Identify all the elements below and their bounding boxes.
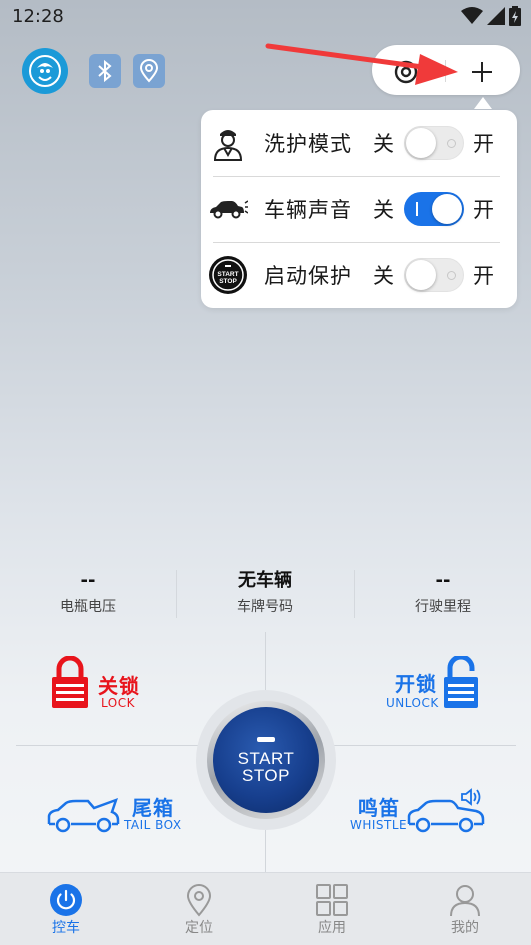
bluetooth-icon	[98, 59, 112, 83]
signal-icon	[487, 7, 505, 25]
unlock-sublabel: UNLOCK	[386, 696, 439, 710]
trunk-label: 尾箱	[132, 796, 174, 820]
tab-control-label: 控车	[52, 920, 80, 936]
status-bar: 12:28	[0, 0, 531, 34]
unlock-label: 开锁	[395, 672, 437, 696]
power-icon	[50, 884, 82, 916]
avatar[interactable]	[22, 48, 68, 94]
location-button[interactable]	[133, 54, 165, 88]
start-protection-on-label: 开	[473, 264, 494, 288]
mileage-value: --	[435, 570, 451, 591]
battery-value: --	[80, 570, 96, 591]
plate-number: 无车辆 车牌号码	[177, 568, 353, 616]
battery-voltage: -- 电瓶电压	[0, 568, 176, 616]
popup-item-start-protection: START STOP 启动保护 关 开	[201, 242, 517, 308]
stop-label: STOP	[242, 765, 290, 785]
popup-menu: 洗护模式 关 开 车辆声音 关 开 START STOP 启动保护 关 开	[201, 110, 517, 308]
car-trunk-icon	[47, 797, 120, 833]
whistle-sublabel: WHISTLE	[350, 818, 408, 832]
vehicle-sound-label: 车辆声音	[264, 198, 352, 222]
start-label: START	[237, 748, 295, 768]
wifi-icon	[461, 7, 483, 24]
bottom-tab-bar: 控车 定位 应用 我的	[0, 872, 531, 945]
tab-control[interactable]: 控车	[0, 873, 132, 945]
status-icons	[461, 6, 521, 26]
location-pin-icon	[186, 884, 212, 917]
battery-label: 电瓶电压	[60, 599, 116, 615]
bluetooth-button[interactable]	[89, 54, 121, 88]
person-icon	[450, 885, 480, 917]
washer-person-icon	[207, 122, 249, 164]
lock-label: 关锁	[98, 674, 140, 698]
car-sound-icon	[207, 188, 249, 230]
plus-icon[interactable]	[468, 58, 496, 86]
lock-icon	[52, 656, 88, 708]
vehicle-sound-off-label: 关	[373, 198, 394, 222]
start-icon-line1: START	[217, 271, 238, 278]
vehicle-sound-toggle[interactable]	[404, 192, 464, 226]
wash-mode-label: 洗护模式	[264, 132, 352, 156]
plate-value: 无车辆	[238, 570, 292, 591]
tab-location-label: 定位	[185, 920, 213, 936]
unlock-button[interactable]: 开锁 UNLOCK	[382, 656, 492, 712]
grid-apps-icon	[316, 884, 348, 916]
tab-mine-label: 我的	[451, 920, 479, 936]
battery-icon	[509, 6, 521, 26]
lock-sublabel: LOCK	[101, 696, 135, 710]
mileage-label: 行驶里程	[415, 599, 471, 615]
start-icon-line2: STOP	[219, 278, 237, 285]
popup-caret	[474, 97, 492, 109]
tab-mine[interactable]: 我的	[399, 873, 531, 945]
unlock-icon	[444, 656, 478, 708]
tab-location[interactable]: 定位	[133, 873, 265, 945]
popup-item-vehicle-sound: 车辆声音 关 开	[201, 176, 517, 242]
whistle-label: 鸣笛	[358, 796, 400, 820]
target-icon[interactable]	[394, 60, 418, 84]
lock-button[interactable]: 关锁 LOCK	[50, 656, 210, 712]
tab-apps[interactable]: 应用	[266, 873, 398, 945]
mascot-icon	[29, 55, 61, 87]
status-time: 12:28	[12, 6, 64, 27]
tab-apps-label: 应用	[318, 920, 346, 936]
start-stop-icon: START STOP	[207, 254, 249, 296]
start-indicator	[257, 736, 275, 742]
pill-divider	[445, 60, 446, 82]
plate-label: 车牌号码	[237, 599, 293, 615]
start-protection-toggle[interactable]	[404, 258, 464, 292]
start-protection-label: 启动保护	[264, 264, 352, 288]
start-protection-off-label: 关	[373, 264, 394, 288]
car-horn-icon	[407, 788, 485, 833]
vehicle-info: -- 电瓶电压 无车辆 车牌号码 -- 行驶里程	[0, 568, 531, 618]
whistle-button[interactable]: 鸣笛 WHISTLE	[348, 788, 488, 834]
popup-item-wash-mode: 洗护模式 关 开	[201, 110, 517, 176]
vehicle-sound-on-label: 开	[473, 198, 494, 222]
trunk-button[interactable]: 尾箱 TAIL BOX	[46, 792, 196, 834]
trunk-sublabel: TAIL BOX	[124, 818, 182, 832]
location-pin-icon	[139, 59, 159, 83]
wash-mode-toggle[interactable]	[404, 126, 464, 160]
wash-mode-off-label: 关	[373, 132, 394, 156]
start-stop-button[interactable]: START STOP	[213, 707, 319, 813]
wash-mode-on-label: 开	[473, 132, 494, 156]
mileage: -- 行驶里程	[355, 568, 531, 616]
